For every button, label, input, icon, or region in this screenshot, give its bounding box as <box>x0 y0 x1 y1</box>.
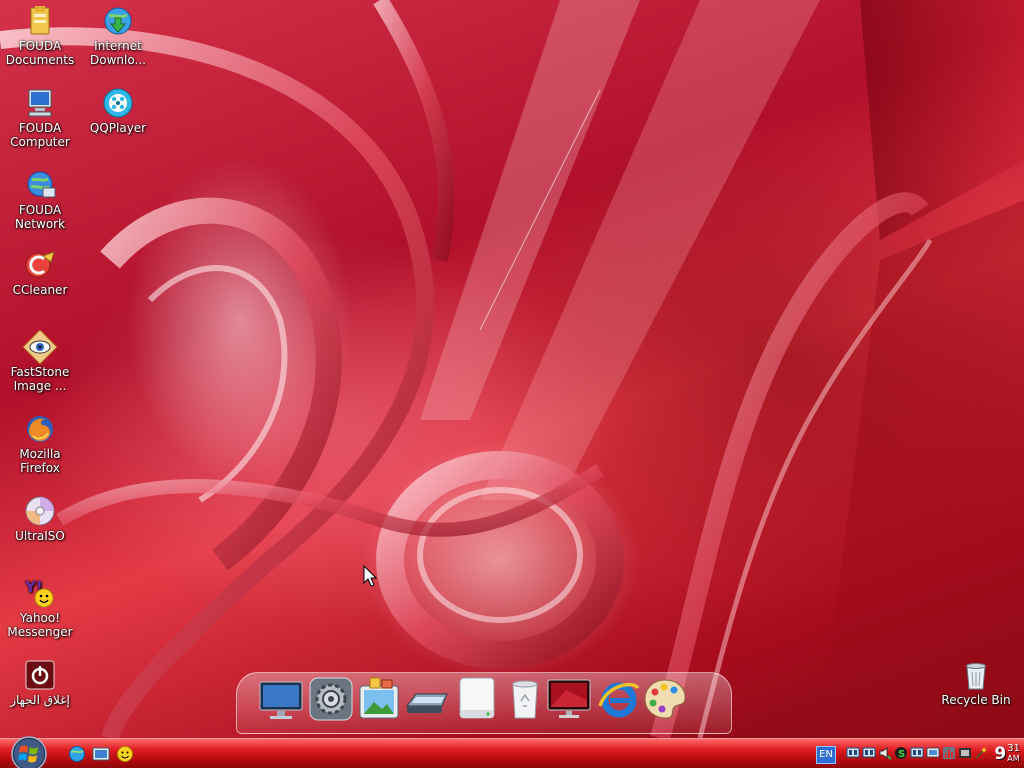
film-tray-icon[interactable] <box>958 746 972 760</box>
windows-orb-icon[interactable] <box>10 735 48 768</box>
ccleaner-icon <box>25 251 55 278</box>
dock-bar <box>236 664 732 736</box>
desktop-icon-label: UltraISO <box>15 529 65 543</box>
recycle-can-icon[interactable] <box>502 676 548 722</box>
computer-icon <box>28 89 52 117</box>
system-tray: EN S 9 31 AM <box>794 739 1024 768</box>
desktop-icon-fouda-computer[interactable]: FOUDA Computer <box>0 86 80 149</box>
messenger-smiley-icon[interactable] <box>116 745 134 763</box>
system-gear-icon[interactable] <box>308 676 354 722</box>
clock-ampm: AM <box>1007 754 1020 763</box>
desktop-icon-qqplayer[interactable]: QQPlayer <box>78 86 158 135</box>
desktop-icon-mozilla-firefox[interactable]: Mozilla Firefox <box>0 412 80 475</box>
disc-icon <box>25 496 55 526</box>
desktop-icon-label: Yahoo! Messenger <box>7 611 73 639</box>
desktop-icon-fouda-documents[interactable]: FOUDA Documents <box>0 4 80 67</box>
desktop-icon-label: Recycle Bin <box>941 693 1011 707</box>
clock-hour: 9 <box>994 744 1007 764</box>
desktop-icon-label: إغلاق الجهاز <box>10 693 70 707</box>
chart-tray-icon[interactable] <box>942 746 956 760</box>
firefox-icon <box>27 416 53 442</box>
network-icon <box>27 171 56 198</box>
taskbar-clock[interactable]: 9 31 AM <box>994 742 1020 766</box>
internet-explorer-icon[interactable] <box>596 676 642 722</box>
display-icon[interactable] <box>546 676 592 722</box>
yahoo-messenger-icon: Y! <box>24 578 54 608</box>
desktop-icon-ultraiso[interactable]: UltraISO <box>0 494 80 543</box>
clock-minutes: 31 <box>1007 743 1020 754</box>
desktop-icon-label: FOUDA Computer <box>10 121 70 149</box>
monitor-icon[interactable] <box>258 676 304 722</box>
faststone-eye-icon <box>23 330 57 364</box>
paint-palette-icon[interactable] <box>642 676 688 722</box>
desktop-icon-label: FastStone Image ... <box>10 365 70 393</box>
desktop-icon-recycle-bin[interactable]: Recycle Bin <box>936 658 1016 707</box>
desktop-icon-label: QQPlayer <box>89 121 147 135</box>
desktop-icon-shutdown[interactable]: إغلاق الجهاز <box>0 658 80 707</box>
desktop-icon-yahoo-messenger[interactable]: Y! Yahoo! Messenger <box>0 576 80 639</box>
wand-tray-icon[interactable] <box>974 746 988 760</box>
scanner-icon[interactable] <box>404 676 450 722</box>
show-desktop-icon[interactable] <box>92 745 110 763</box>
hard-drive-icon[interactable] <box>454 676 500 722</box>
speaker-icon[interactable] <box>878 746 892 760</box>
skype-icon[interactable]: S <box>894 746 908 760</box>
power-icon <box>25 660 55 690</box>
language-indicator[interactable]: EN <box>816 746 836 764</box>
recycle-bin-icon <box>966 663 986 690</box>
desktop-icon-label: Mozilla Firefox <box>19 447 61 475</box>
desktop-icon-fouda-network[interactable]: FOUDA Network <box>0 168 80 231</box>
photo-gallery-icon[interactable] <box>356 676 402 722</box>
desktop-icon-label: CCleaner <box>12 283 68 297</box>
network-tray-icon[interactable] <box>846 746 860 760</box>
monitor-tray-icon[interactable] <box>926 746 940 760</box>
desktop-icon-ccleaner[interactable]: CCleaner <box>0 248 80 297</box>
internet-download-manager-icon <box>104 7 132 35</box>
browser-icon[interactable] <box>68 745 86 763</box>
network-tray-icon-2[interactable] <box>862 746 876 760</box>
desktop-icon-label: FOUDA Network <box>14 203 66 231</box>
qqplayer-icon <box>103 88 133 118</box>
desktop-icon-faststone[interactable]: FastStone Image ... <box>0 330 80 393</box>
desktop-icon-label: Internet Downlo... <box>90 39 146 67</box>
svg-text:S: S <box>898 749 905 760</box>
desktop[interactable]: FOUDA Documents FOUDA Computer FOUDA Net… <box>0 0 1024 768</box>
desktop-icon-internet-download-manager[interactable]: Internet Downlo... <box>78 4 158 67</box>
mouse-cursor-icon <box>363 565 377 587</box>
taskbar: EN S 9 31 AM <box>0 735 1024 768</box>
desktop-icon-label: FOUDA Documents <box>5 39 75 67</box>
folder-icon <box>30 6 50 35</box>
network-tray-icon-3[interactable] <box>910 746 924 760</box>
